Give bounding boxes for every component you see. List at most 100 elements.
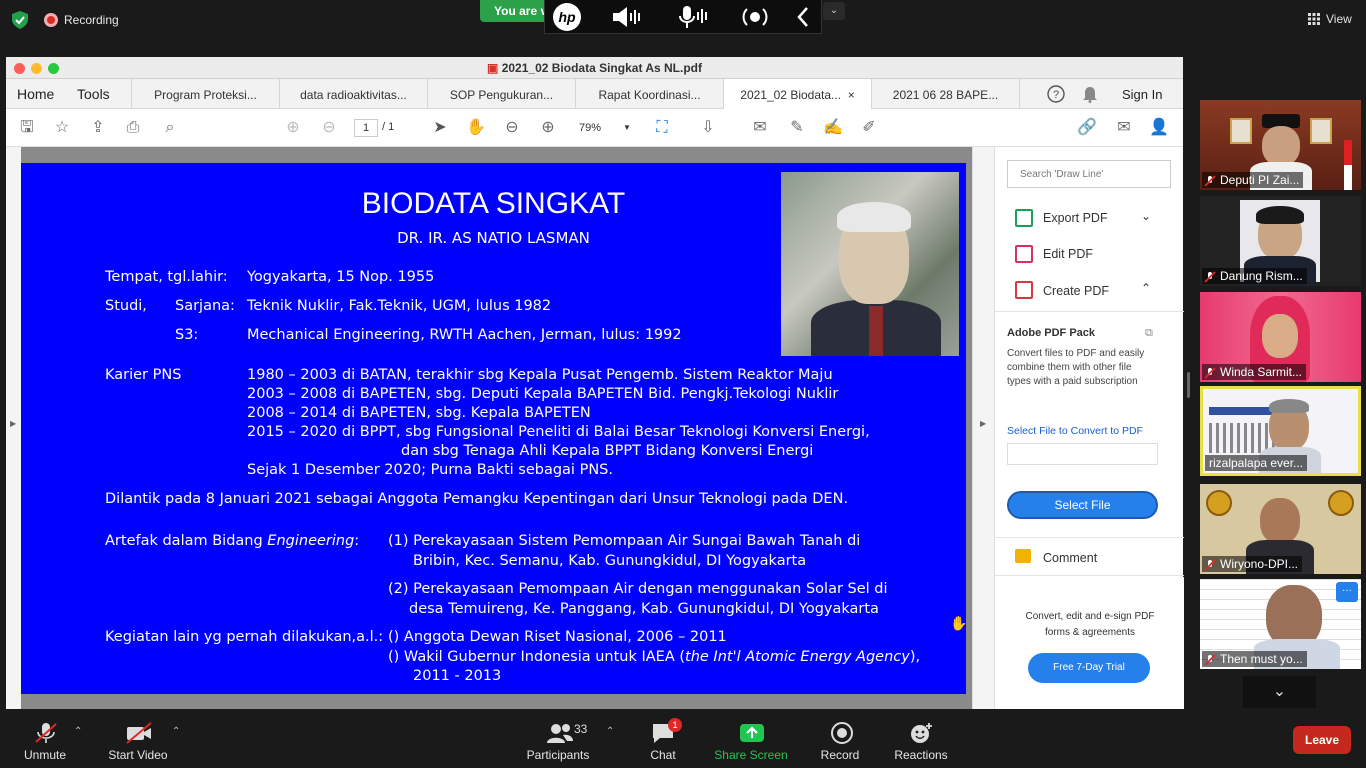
document-view[interactable]: BIODATA SINGKAT DR. IR. AS NATIO LASMAN … [6,147,994,709]
speaker-icon[interactable] [611,5,645,29]
kegiatan-line: () Anggota Dewan Riset Nasional, 2006 – … [388,629,727,645]
left-panel-toggle[interactable]: ▶ [6,147,21,709]
mic-muted-icon[interactable] [33,722,59,744]
dilantik-text: Dilantik pada 8 Januari 2021 sebagai Ang… [105,491,849,507]
share-screen-button[interactable]: Share Screen [713,748,789,762]
sarjana-label: Sarjana: [175,298,235,314]
tab-close-icon[interactable]: × [848,88,855,102]
view-button[interactable]: View [1326,12,1352,26]
microphone-icon[interactable] [675,4,709,30]
leave-button[interactable]: Leave [1293,726,1351,754]
comment-icon[interactable]: ✉ [750,118,770,138]
record-icon[interactable] [829,722,855,744]
add-user-icon[interactable]: 👤 [1149,118,1169,138]
search-tools-input[interactable]: Search 'Draw Line' [1007,160,1171,188]
kegiatan-line-em: the Int'l Atomic Energy Agency [685,649,910,665]
hp-audio-toolbar: hp [544,0,822,34]
chat-button[interactable]: Chat [643,748,683,762]
file-drop-field[interactable] [1007,443,1158,465]
zoom-out-icon[interactable]: ⊖ [502,118,522,138]
free-trial-button[interactable]: Free 7-Day Trial [1028,653,1150,683]
scroll-mode-icon[interactable]: ⇩ [698,118,718,138]
chevron-up-icon[interactable]: ⌃ [606,726,614,737]
right-panel-toggle[interactable]: ▶ [972,147,994,709]
pack-description: Convert files to PDF and easily combine … [1007,348,1145,387]
start-video-button[interactable]: Start Video [103,748,173,762]
participant-video[interactable]: ··· Then must yo... [1200,579,1361,669]
chevron-up-icon[interactable]: ⌃ [1141,281,1151,295]
participant-video[interactable]: Deputi PI Zai... [1200,100,1361,190]
tab-document[interactable]: SOP Pengukuran... [427,79,575,109]
promo-section: Convert, edit and e-sign PDF forms & agr… [995,577,1184,709]
nav-home[interactable]: Home [17,86,54,102]
highlight-pen-icon[interactable]: ✎ [787,118,807,138]
more-options-button[interactable]: ··· [1336,582,1358,602]
link-icon[interactable]: 🔗 [1077,118,1097,138]
copy-icon[interactable]: ⧉ [1145,327,1153,340]
sign-in-link[interactable]: Sign In [1122,87,1162,102]
fit-page-icon[interactable]: ⛶ [652,118,672,138]
emblem-icon [1206,490,1232,516]
shield-icon[interactable] [12,11,28,29]
select-file-button[interactable]: Select File [1007,491,1158,519]
participant-name: Wiryono-DPI... [1202,556,1303,572]
hand-tool-icon[interactable]: ✋ [466,118,486,138]
unmute-button[interactable]: Unmute [15,748,75,762]
panel-resize-handle[interactable] [1187,372,1190,398]
artefak-line: desa Temuireng, Ke. Panggang, Kab. Gunun… [409,601,879,617]
tab-document[interactable]: 2021 06 28 BAPE... [871,79,1019,109]
participants-icon[interactable] [546,722,574,744]
grid-view-icon[interactable] [1308,13,1320,25]
participants-button[interactable]: Participants [522,748,594,762]
tab-document[interactable]: Rapat Koordinasi... [575,79,723,109]
participant-video[interactable]: Danung Rism... [1200,196,1361,286]
karier-line: 1980 – 2003 di BATAN, terakhir sbg Kepal… [247,367,833,383]
export-pdf-item[interactable]: Export PDF [1043,211,1108,225]
tab-document[interactable]: data radioaktivitas... [279,79,427,109]
help-icon[interactable]: ? [1047,85,1065,103]
upload-cloud-icon[interactable]: ⇪ [88,118,108,138]
participant-video[interactable]: Winda Sarmit... [1200,292,1361,382]
chevron-right-icon: ▶ [10,419,17,428]
select-cursor-icon[interactable]: ➤ [430,118,450,138]
zoom-in-icon[interactable]: ⊕ [538,118,558,138]
chevron-down-icon[interactable]: ⌄ [1141,209,1151,223]
chevron-up-icon[interactable]: ⌃ [172,726,180,737]
star-icon[interactable]: ☆ [52,118,72,138]
recording-label[interactable]: Recording [64,13,119,27]
select-file-convert-link[interactable]: Select File to Convert to PDF [1007,425,1143,437]
reactions-icon[interactable] [908,722,934,744]
reactions-button[interactable]: Reactions [890,748,952,762]
zoom-level-select[interactable]: 79% ▼ [573,119,633,137]
karier-line: Sejak 1 Desember 2020; Purna Bakti sebag… [247,462,613,478]
chevron-down-icon[interactable]: ⌄ [823,2,845,20]
page-down-icon[interactable]: ⊖ [319,118,339,138]
video-off-icon[interactable] [125,722,153,744]
mic-muted-icon [1204,559,1216,571]
nav-tools[interactable]: Tools [77,86,110,102]
tab-document[interactable]: Program Proteksi... [131,79,279,109]
edit-pdf-item[interactable]: Edit PDF [1043,247,1093,261]
artefak-line: (2) Perekayasaan Pemompaan Air dengan me… [388,581,888,597]
print-icon[interactable]: ⎙ [123,118,143,138]
chevron-down-icon[interactable]: ⌄ [1243,676,1316,708]
page-number-input[interactable]: 1 [354,119,378,137]
tab-document-active[interactable]: 2021_02 Biodata... × [723,79,871,110]
search-zoom-icon[interactable]: ⌕ [160,118,180,138]
comment-item[interactable]: Comment [1043,551,1097,565]
page-up-icon[interactable]: ⊕ [283,118,303,138]
kegiatan-label: Kegiatan lain yg pernah dilakukan,a.l.: [105,629,384,645]
participant-video[interactable]: Wiryono-DPI... [1200,484,1361,574]
chevron-up-icon[interactable]: ⌃ [74,726,82,737]
bell-icon[interactable] [1082,85,1098,103]
save-icon[interactable]: 🖫 [17,118,37,138]
record-button[interactable]: Record [815,748,865,762]
participant-video-active-speaker[interactable]: rizalpalapa ever... [1200,386,1361,476]
chevron-left-icon[interactable] [795,6,811,28]
email-icon[interactable]: ✉ [1114,118,1134,138]
create-pdf-item[interactable]: Create PDF [1043,284,1109,298]
share-screen-icon[interactable] [739,722,765,744]
broadcast-icon[interactable] [739,4,771,30]
draw-icon[interactable]: ✍ [823,118,843,138]
fill-sign-icon[interactable]: ✐ [859,118,879,138]
